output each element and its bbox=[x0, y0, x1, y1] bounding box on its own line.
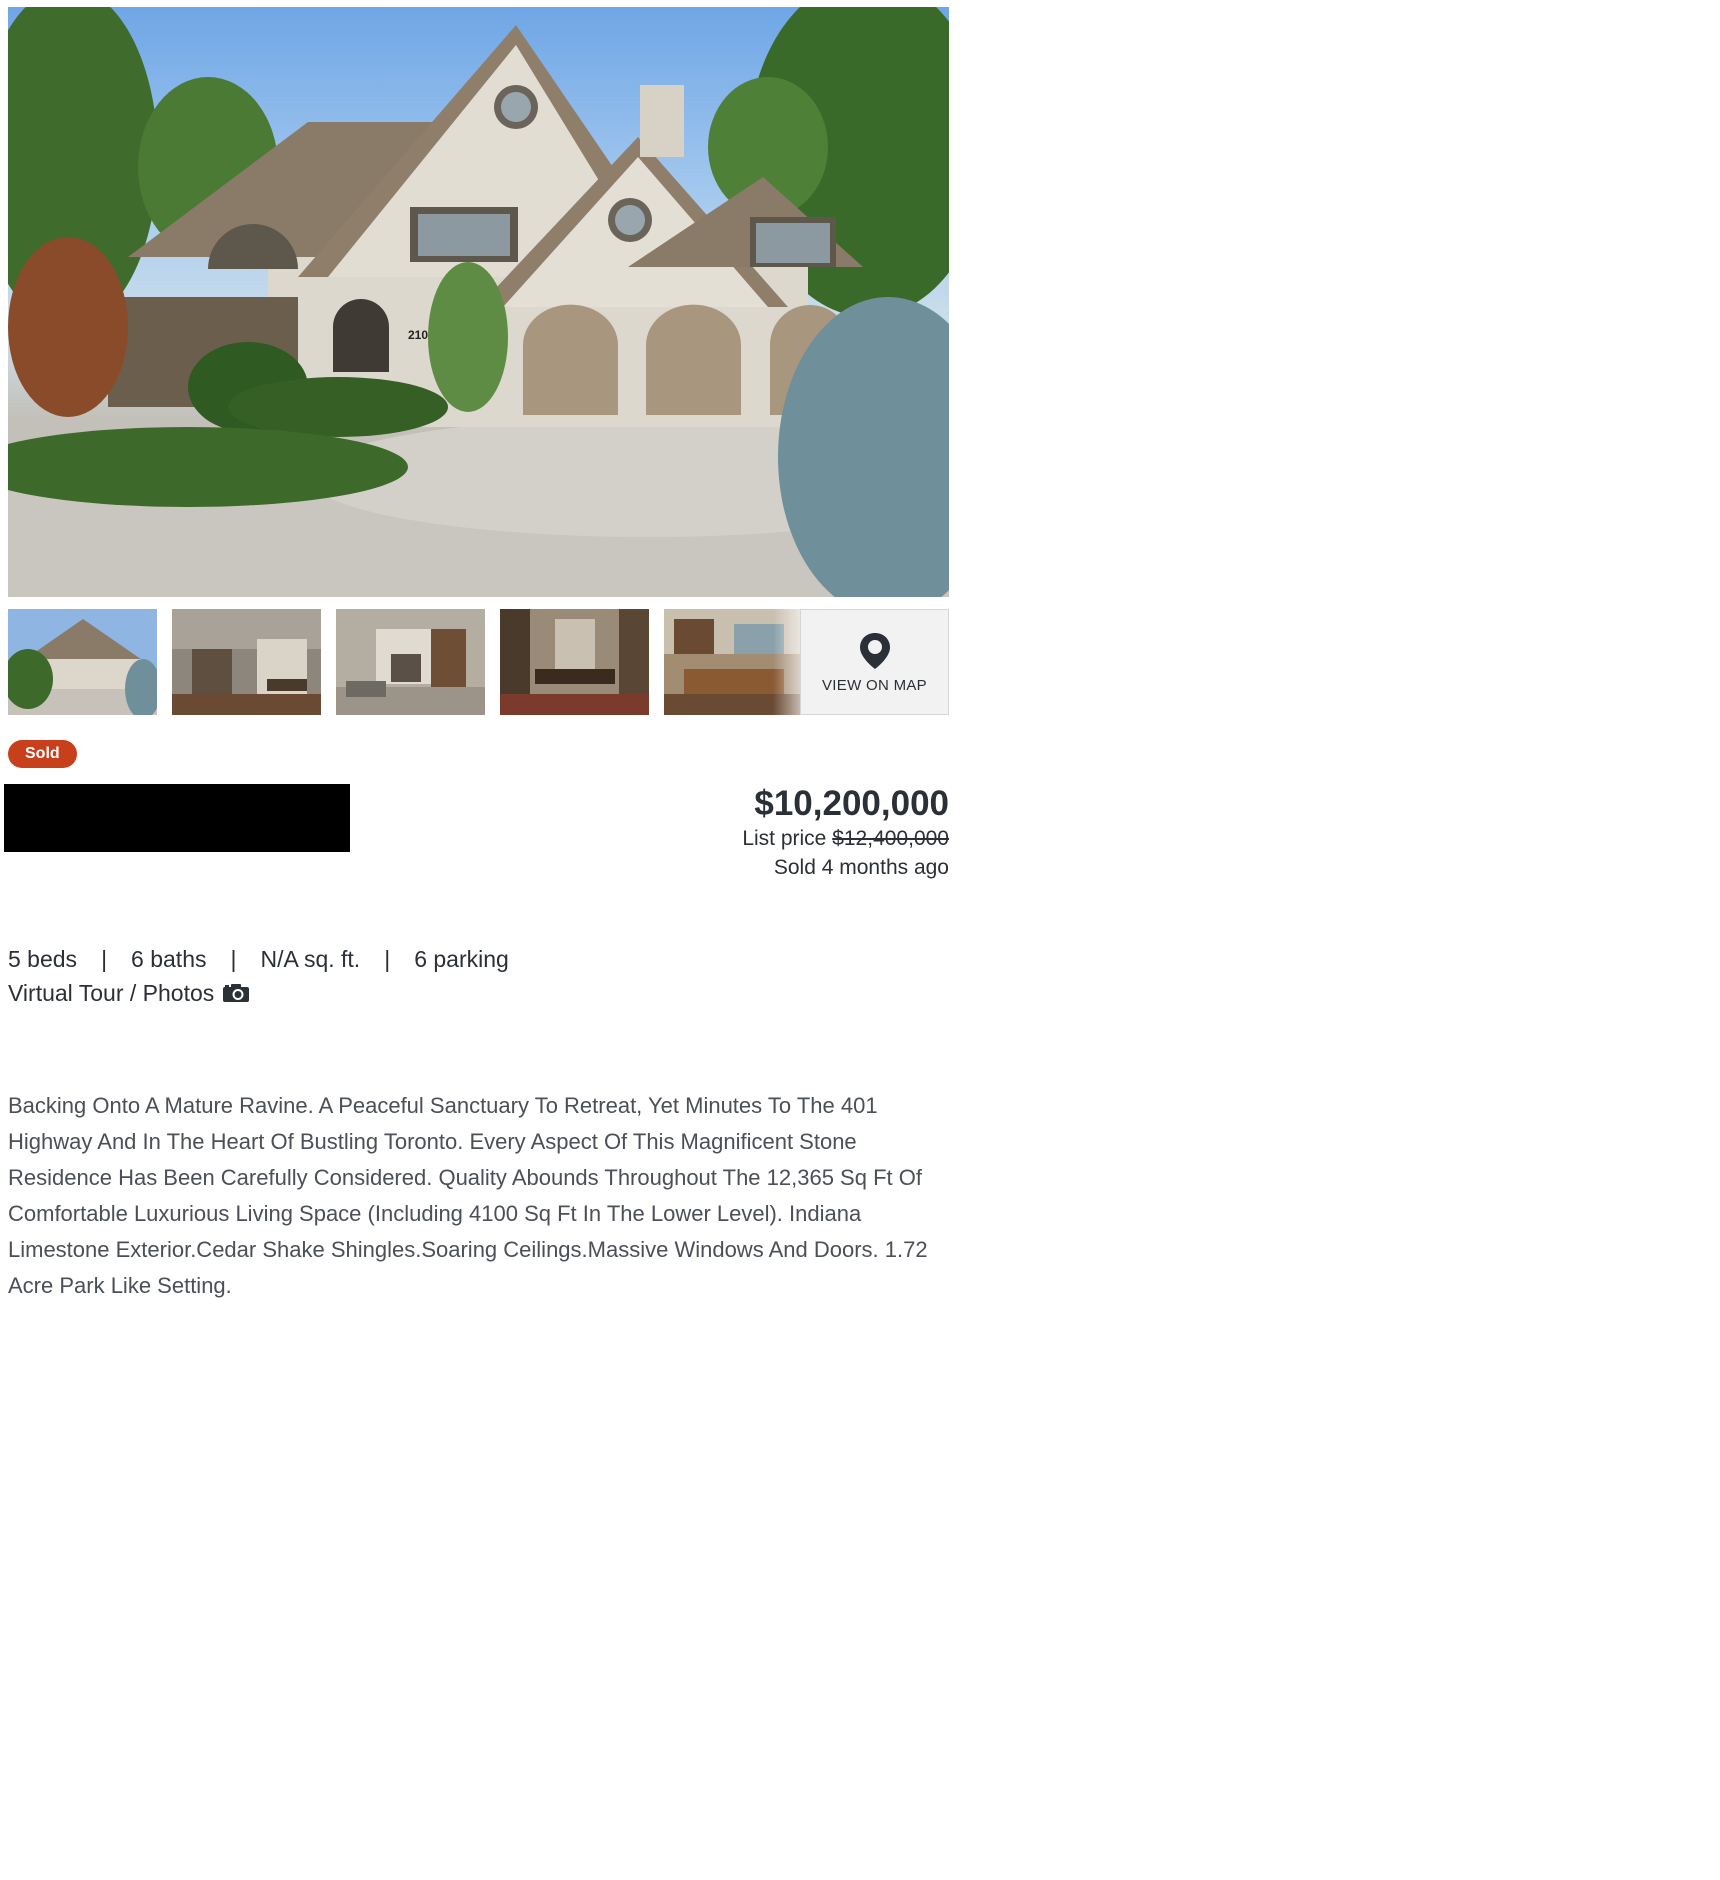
beds-count: 5 beds bbox=[8, 946, 78, 972]
listing-header: $10,200,000 List price $12,400,000 Sold … bbox=[4, 784, 949, 904]
list-price-label: List price bbox=[742, 827, 827, 850]
view-on-map-button[interactable]: VIEW ON MAP bbox=[800, 609, 949, 715]
parking-count: 6 parking bbox=[414, 946, 509, 972]
baths-count: 6 baths bbox=[131, 946, 207, 972]
virtual-tour-link[interactable]: Virtual Tour / Photos bbox=[8, 976, 250, 1010]
listing-description: Backing Onto A Mature Ravine. A Peaceful… bbox=[8, 1093, 928, 1298]
thumbnail-exterior[interactable] bbox=[8, 609, 157, 715]
thumbnail-living-room[interactable] bbox=[336, 609, 485, 715]
listing: 210 VIEW ON MAP Sold $10,200,000 List pr… bbox=[4, 7, 949, 1304]
property-facts: 5 beds | 6 baths | N/A sq. ft. | 6 parking bbox=[8, 942, 949, 976]
redacted-address bbox=[4, 784, 350, 852]
list-price: List price $12,400,000 bbox=[742, 824, 949, 853]
house-number: 210 bbox=[408, 328, 428, 342]
fact-separator: | bbox=[101, 946, 108, 972]
view-on-map-label: VIEW ON MAP bbox=[822, 676, 927, 694]
thumbnail-foyer[interactable] bbox=[172, 609, 321, 715]
fact-separator: | bbox=[384, 946, 391, 972]
house-photo: 210 bbox=[8, 7, 949, 597]
price-block: $10,200,000 List price $12,400,000 Sold … bbox=[742, 784, 949, 882]
fact-separator: | bbox=[230, 946, 237, 972]
thumbnail-kitchen[interactable] bbox=[664, 609, 813, 715]
photo-thumbnails: VIEW ON MAP bbox=[8, 609, 949, 715]
list-price-original: $12,400,000 bbox=[832, 827, 949, 850]
square-footage: N/A sq. ft. bbox=[260, 946, 361, 972]
map-pin-icon bbox=[859, 632, 890, 669]
sold-price: $10,200,000 bbox=[754, 784, 949, 823]
thumbnail-dining-room[interactable] bbox=[500, 609, 649, 715]
camera-icon bbox=[223, 984, 250, 1002]
virtual-tour-label: Virtual Tour / Photos bbox=[8, 980, 215, 1006]
status-badge: Sold bbox=[8, 740, 77, 768]
main-photo[interactable]: 210 bbox=[8, 7, 949, 597]
sold-time: Sold 4 months ago bbox=[773, 856, 949, 879]
